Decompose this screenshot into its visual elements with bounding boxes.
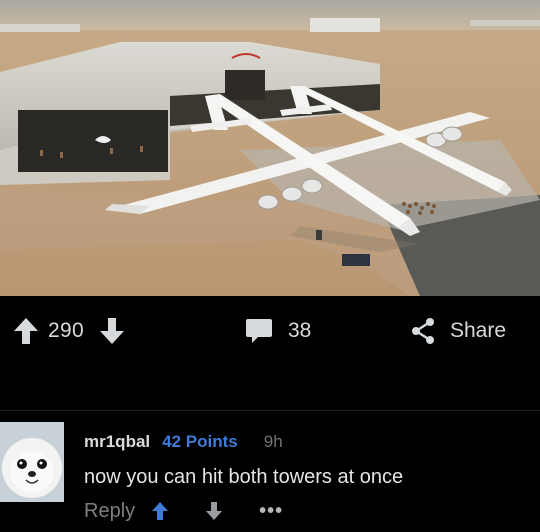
share-button[interactable]: Share	[408, 314, 506, 348]
speech-bubble-icon	[246, 319, 272, 343]
arrow-up-icon	[14, 318, 38, 344]
airplane-hangar-photo	[0, 0, 540, 296]
comment-text: now you can hit both towers at once	[84, 466, 404, 488]
divider	[0, 410, 540, 411]
arrow-down-icon	[99, 318, 124, 344]
comment-points: 42 Points	[162, 432, 238, 451]
comment-actions: Reply •••	[84, 498, 283, 524]
arrow-down-icon	[206, 502, 223, 520]
downvote-button[interactable]	[98, 315, 126, 347]
comment-count: 38	[288, 319, 312, 342]
post-score: 290	[48, 319, 84, 342]
reply-button[interactable]: Reply	[84, 500, 135, 523]
avatar[interactable]	[0, 422, 64, 502]
comment-upvote-button[interactable]	[151, 501, 169, 521]
comment: mr1qbal 42 Points 9h now you can hit bot…	[0, 412, 540, 532]
comment-downvote-button[interactable]	[205, 501, 223, 521]
upvote-button[interactable]	[12, 315, 40, 347]
share-label: Share	[450, 319, 507, 342]
comment-meta: mr1qbal 42 Points 9h	[84, 432, 283, 452]
post-action-bar: 290 38 Share	[0, 296, 540, 408]
vote-controls: 290	[12, 314, 126, 348]
comments-button[interactable]: 38	[244, 314, 311, 348]
comment-age: 9h	[263, 432, 283, 451]
seal-avatar-icon	[0, 422, 64, 502]
post-image[interactable]	[0, 0, 540, 296]
comment-username[interactable]: mr1qbal	[84, 432, 150, 452]
more-options-button[interactable]: •••	[259, 500, 283, 523]
arrow-up-icon-blue	[152, 502, 169, 520]
share-icon	[412, 318, 434, 344]
